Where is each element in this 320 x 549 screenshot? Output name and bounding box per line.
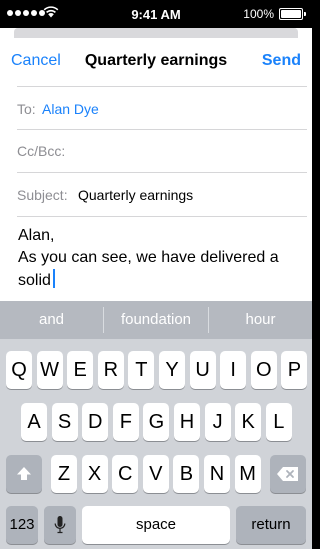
- subject-value: Quarterly earnings: [78, 187, 194, 203]
- shift-arrow-icon: [17, 467, 31, 480]
- key-l[interactable]: L: [265, 403, 292, 441]
- send-button[interactable]: Send: [262, 52, 301, 70]
- key-r[interactable]: R: [97, 351, 124, 389]
- body-line: solid: [18, 272, 51, 289]
- key-d[interactable]: D: [82, 403, 109, 441]
- space-key[interactable]: space: [82, 506, 230, 544]
- key-x[interactable]: X: [81, 455, 108, 493]
- key-k[interactable]: K: [235, 403, 262, 441]
- compose-nav-bar: Cancel Quarterly earnings Send: [5, 38, 307, 86]
- key-q[interactable]: Q: [6, 351, 32, 389]
- keyboard: and foundation hour QWERTYUIOP ASDFGHJKL Z…: [0, 301, 312, 549]
- key-h[interactable]: H: [174, 403, 200, 441]
- key-t[interactable]: T: [128, 351, 155, 389]
- body-line: As you can see, we have delivered a: [18, 249, 279, 266]
- dictation-key[interactable]: [44, 506, 76, 544]
- message-body[interactable]: Alan, As you can see, we have delivered …: [18, 225, 303, 292]
- body-line: Alan,: [18, 227, 55, 244]
- delete-backspace-icon: [277, 467, 298, 481]
- key-z[interactable]: Z: [51, 455, 77, 493]
- shift-key[interactable]: [6, 455, 42, 493]
- text-cursor: [52, 269, 55, 288]
- key-m[interactable]: M: [234, 455, 261, 493]
- key-n[interactable]: N: [204, 455, 230, 493]
- body-line-last: solid: [18, 269, 303, 292]
- to-label: To:: [17, 101, 36, 117]
- suggestion-2[interactable]: foundation: [104, 301, 208, 339]
- microphone-icon: [54, 516, 66, 534]
- to-field[interactable]: To: Alan Dye: [17, 86, 307, 130]
- phone-screen: 9:41 AM 100% Cancel Quarterly earnings S…: [0, 0, 312, 549]
- key-o[interactable]: O: [250, 351, 277, 389]
- suggestion-1[interactable]: and: [0, 301, 103, 339]
- recipient-token[interactable]: Alan Dye: [42, 101, 99, 117]
- status-bar: 9:41 AM 100%: [0, 0, 312, 28]
- subject-label: Subject:: [17, 187, 68, 203]
- key-c[interactable]: C: [112, 455, 139, 493]
- key-e[interactable]: E: [67, 351, 94, 389]
- compose-sheet: Cancel Quarterly earnings Send To: Alan …: [5, 38, 307, 308]
- key-u[interactable]: U: [189, 351, 216, 389]
- predictive-bar: and foundation hour: [0, 301, 312, 339]
- key-y[interactable]: Y: [159, 351, 185, 389]
- key-p[interactable]: P: [281, 351, 308, 389]
- cc-bcc-field[interactable]: Cc/Bcc:: [17, 129, 307, 173]
- key-g[interactable]: G: [143, 403, 170, 441]
- key-v[interactable]: V: [142, 455, 169, 493]
- delete-key[interactable]: [270, 455, 306, 493]
- key-j[interactable]: J: [204, 403, 231, 441]
- key-b[interactable]: B: [173, 455, 200, 493]
- key-f[interactable]: F: [112, 403, 139, 441]
- key-w[interactable]: W: [36, 351, 63, 389]
- numbers-key[interactable]: 123: [6, 506, 38, 544]
- key-i[interactable]: I: [220, 351, 247, 389]
- battery-icon: [279, 8, 306, 20]
- suggestion-3[interactable]: hour: [209, 301, 312, 339]
- cc-bcc-label: Cc/Bcc:: [17, 143, 66, 159]
- key-s[interactable]: S: [51, 403, 78, 441]
- battery-percent: 100%: [243, 7, 274, 21]
- return-key[interactable]: return: [236, 506, 306, 544]
- subject-field[interactable]: Subject: Quarterly earnings: [17, 173, 307, 217]
- key-a[interactable]: A: [21, 403, 47, 441]
